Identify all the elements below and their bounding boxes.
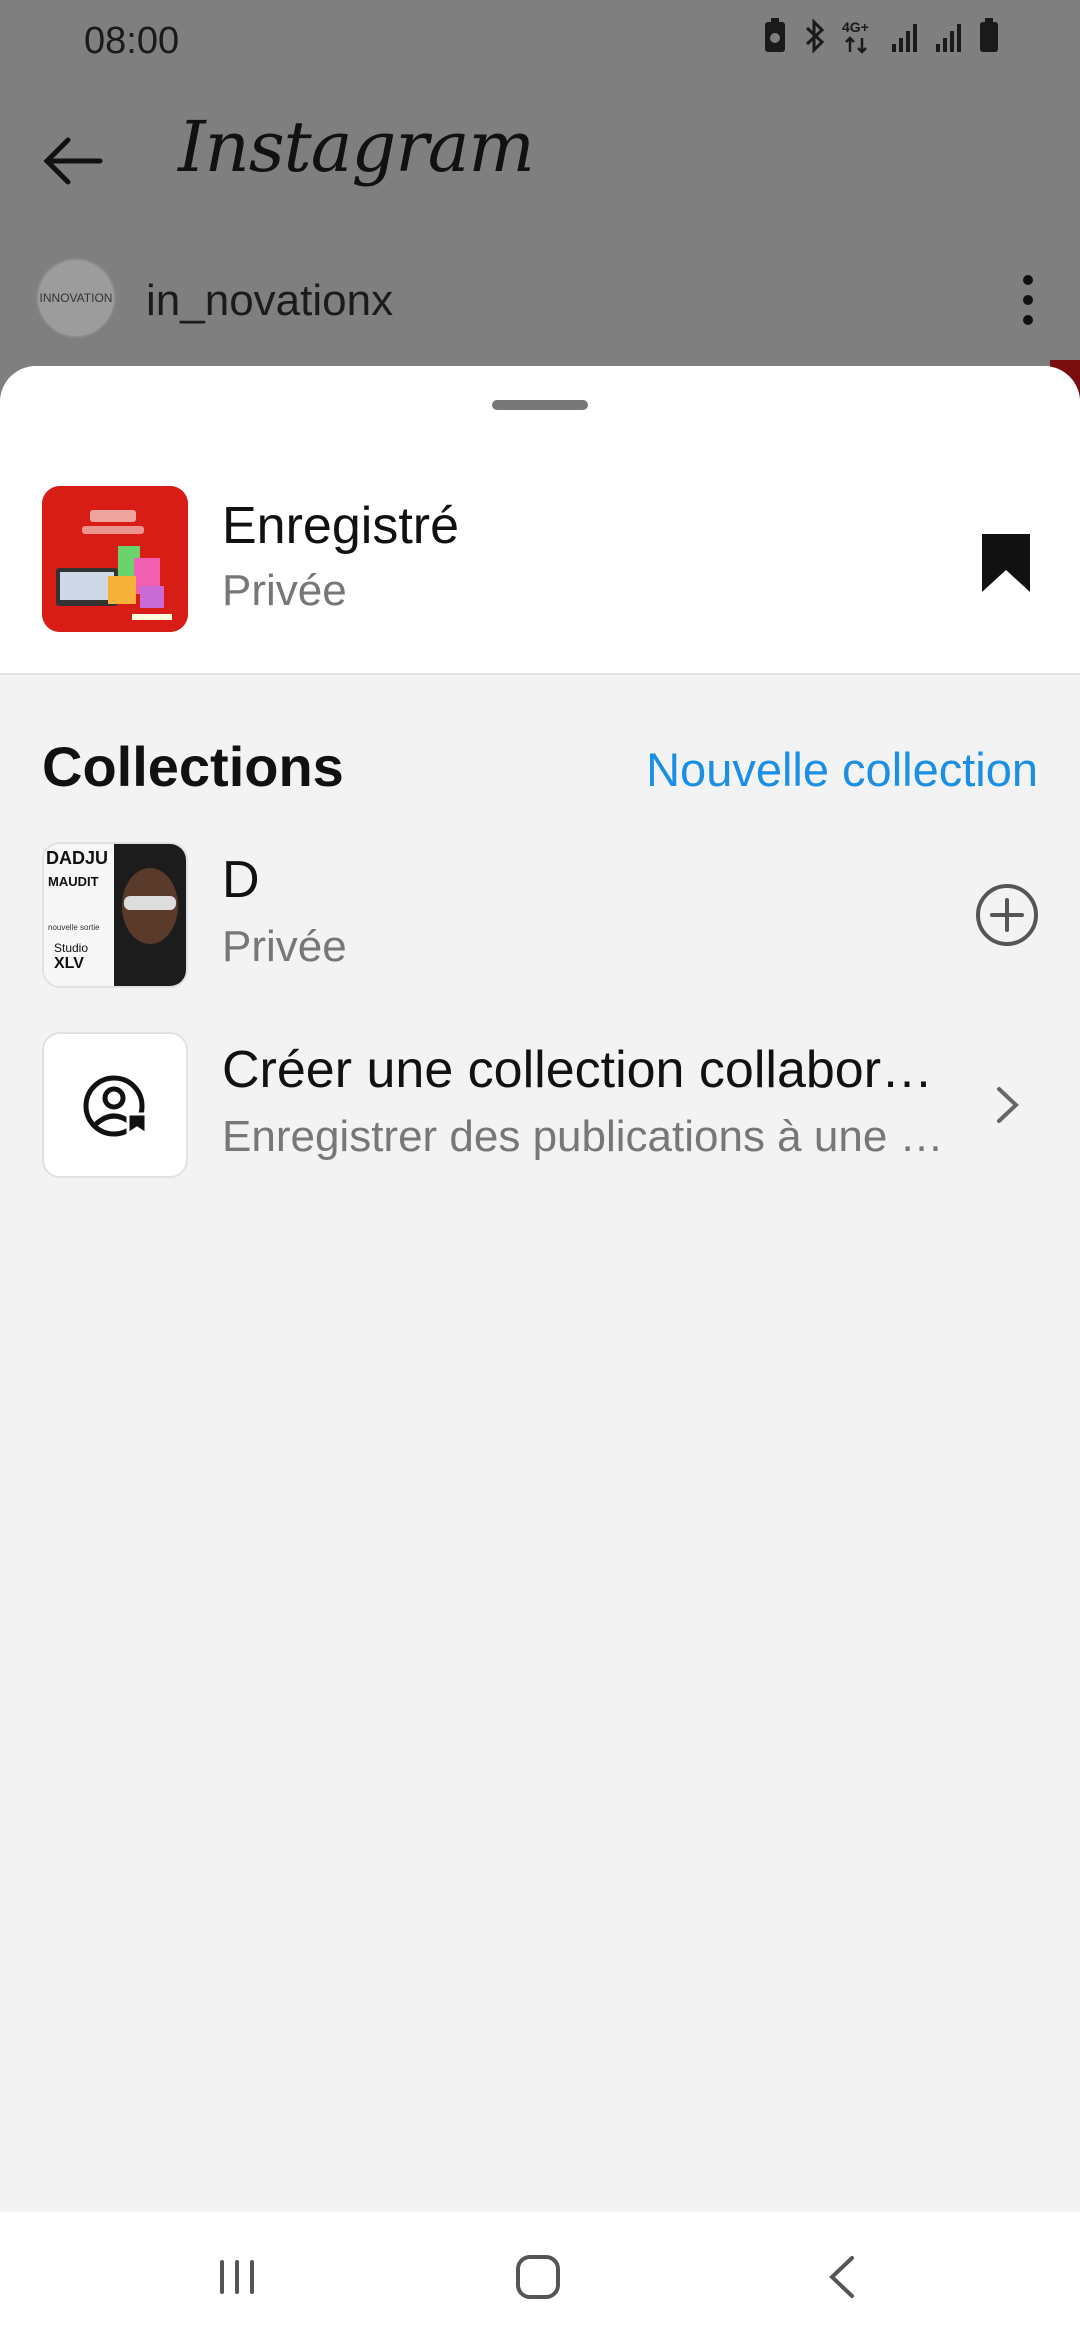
collection-thumbnail-art: DADJU MAUDIT nouvelle sortie Studio XLV (44, 844, 186, 986)
bookmark-filled-icon[interactable] (980, 532, 1032, 594)
collection-item[interactable]: DADJU MAUDIT nouvelle sortie Studio XLV … (0, 842, 1080, 992)
thumb-text-2: MAUDIT (48, 874, 99, 889)
collection-thumbnail: DADJU MAUDIT nouvelle sortie Studio XLV (42, 842, 188, 988)
instagram-logo: Instagram (178, 106, 535, 188)
chevron-right-icon[interactable] (974, 1072, 1040, 1138)
signal-icon (892, 24, 917, 52)
avatar[interactable]: INNOVATION (36, 258, 116, 338)
collection-privacy: Privée (222, 922, 347, 971)
bluetooth-icon (805, 18, 825, 54)
system-nav-bar (0, 2212, 1080, 2340)
thumb-text-4: Studio (54, 941, 88, 955)
saved-section: Enregistré Privée (0, 366, 1080, 675)
collections-title: Collections (42, 735, 344, 798)
create-collab-collection-item[interactable]: Créer une collection collaborative Enreg… (0, 1032, 1080, 1182)
thumb-text-5: XLV (54, 955, 84, 972)
drag-handle[interactable] (492, 400, 588, 410)
avatar-text: INNOVATION (39, 291, 113, 305)
battery-saver-icon (765, 18, 785, 52)
add-circle-icon[interactable] (974, 882, 1040, 948)
network-4g-icon: 4G+ (842, 19, 869, 54)
username[interactable]: in_novationx (146, 276, 393, 326)
saved-thumbnail-art (42, 486, 188, 632)
profile-row: INNOVATION in_novationx (0, 258, 1080, 342)
new-collection-button[interactable]: Nouvelle collection (646, 742, 1038, 797)
saved-privacy: Privée (222, 566, 347, 615)
home-icon[interactable] (503, 2242, 573, 2312)
collections-header: Collections Nouvelle collection (0, 726, 1080, 806)
save-bottom-sheet: Enregistré Privée Collections Nouvelle c… (0, 366, 1080, 2212)
status-bar: 08:00 4G+ (0, 0, 1080, 84)
app-header: Instagram (0, 100, 1080, 220)
back-icon[interactable] (808, 2242, 878, 2312)
collab-subtitle: Enregistrer des publications à une colle… (222, 1112, 952, 1161)
collection-title: D (222, 851, 260, 909)
saved-thumbnail[interactable] (42, 486, 188, 632)
recent-apps-icon[interactable] (202, 2242, 272, 2312)
collab-icon-box (42, 1032, 188, 1178)
saved-title: Enregistré (222, 497, 459, 555)
collab-title: Créer une collection collaborative (222, 1041, 952, 1099)
more-options-icon[interactable] (1016, 272, 1040, 328)
network-label: 4G+ (842, 19, 869, 35)
thumb-text-3: nouvelle sortie (48, 923, 100, 932)
thumb-text-1: DADJU (46, 848, 108, 868)
status-icons: 4G+ (762, 18, 1000, 54)
status-time: 08:00 (84, 20, 180, 62)
collab-person-icon (83, 1075, 148, 1137)
signal-icon-2 (936, 24, 961, 52)
battery-icon (980, 18, 998, 52)
back-arrow-icon[interactable] (40, 128, 106, 194)
